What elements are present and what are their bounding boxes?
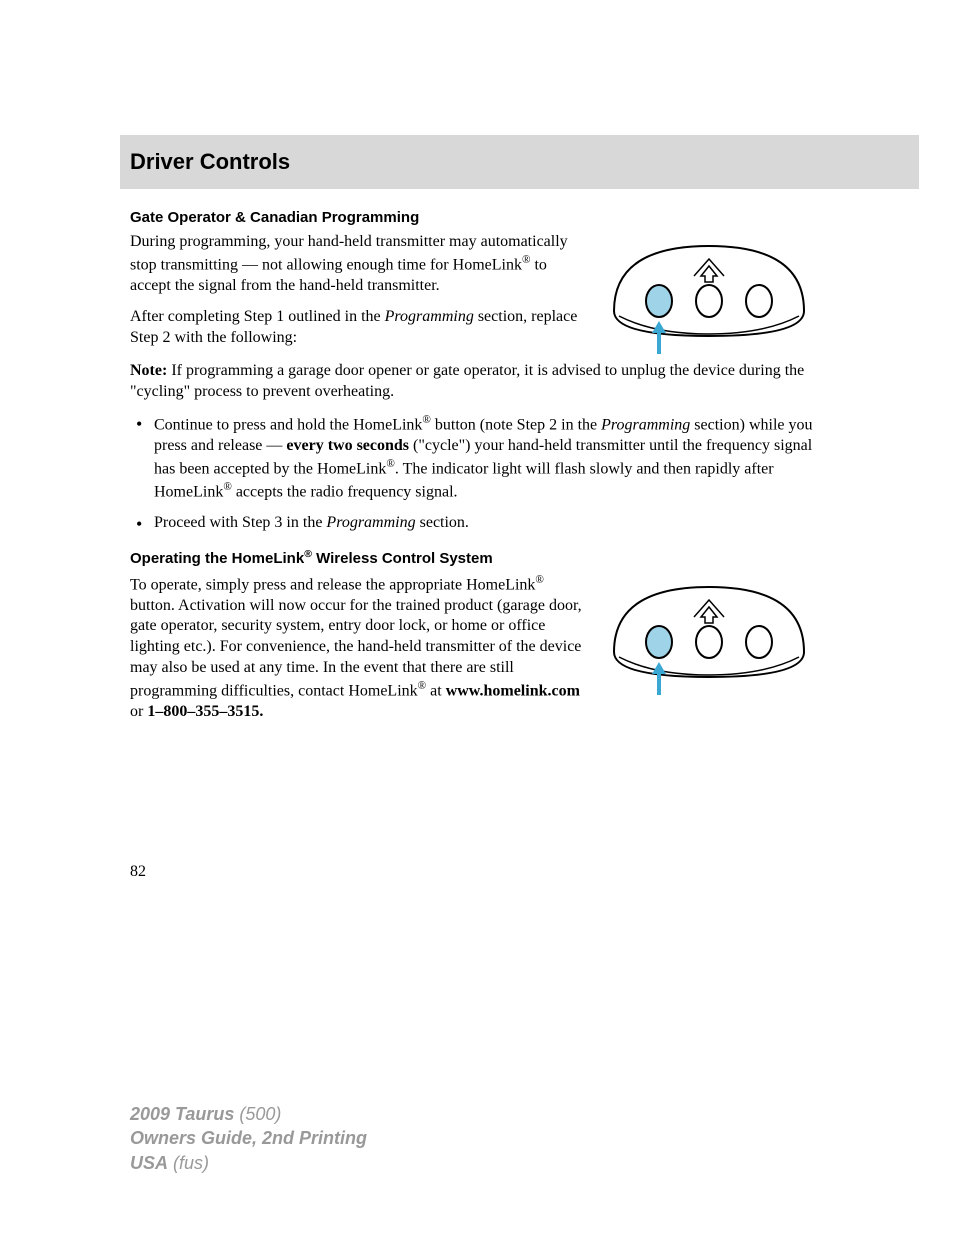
bullet-item-2: Proceed with Step 3 in the Programming s… (130, 513, 824, 534)
section-heading-gate-operator: Gate Operator & Canadian Programming (130, 209, 824, 226)
homelink-panel-icon (594, 236, 824, 356)
footer-line-2: Owners Guide, 2nd Printing (130, 1126, 367, 1150)
homelink-diagram-2 (594, 577, 824, 702)
bullet-item-1: Continue to press and hold the HomeLink®… (130, 413, 824, 503)
section1-bullets: Continue to press and hold the HomeLink®… (130, 413, 824, 534)
footer-line-1: 2009 Taurus (500) (130, 1102, 367, 1126)
homelink-diagram-1 (594, 236, 824, 361)
footer-line-3: USA (fus) (130, 1151, 367, 1175)
page-number: 82 (130, 863, 824, 881)
section2-content: To operate, simply press and release the… (130, 573, 824, 723)
homelink-panel-icon (594, 577, 824, 697)
header-bar: Driver Controls (120, 135, 919, 189)
footer: 2009 Taurus (500) Owners Guide, 2nd Prin… (130, 1102, 367, 1175)
page-title: Driver Controls (130, 149, 909, 175)
section-heading-operating: Operating the HomeLink® Wireless Control… (130, 548, 824, 567)
section1-content: During programming, your hand-held trans… (130, 232, 824, 348)
document-page: Driver Controls Gate Operator & Canadian… (0, 0, 954, 941)
section1-note: Note: If programming a garage door opene… (130, 361, 824, 403)
